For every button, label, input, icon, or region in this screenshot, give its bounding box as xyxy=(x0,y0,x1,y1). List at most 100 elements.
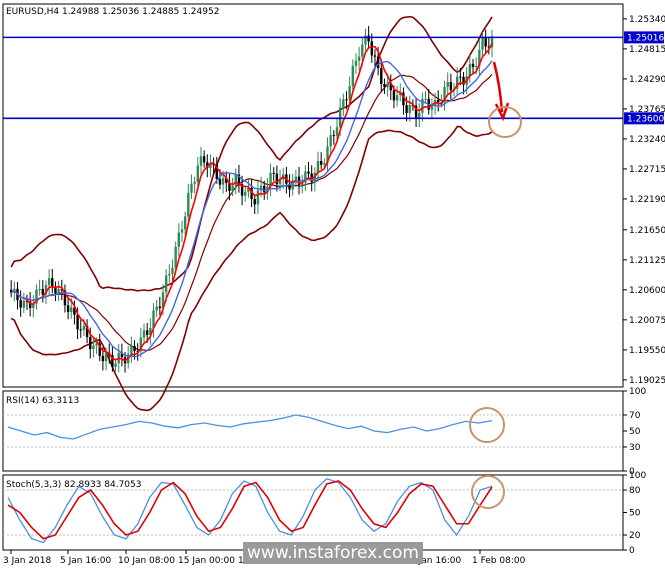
candle-body xyxy=(376,56,380,69)
candle-body xyxy=(202,156,206,163)
stoch-tick-label: 0 xyxy=(629,546,635,556)
candle-body xyxy=(437,100,440,103)
price-tick-label: 1.21125 xyxy=(629,256,665,266)
candle-body xyxy=(47,278,51,286)
candle-body xyxy=(92,345,95,350)
stoch-label: Stoch(5,3,3) 82.8933 84.7053 xyxy=(6,480,141,490)
candle-body xyxy=(319,161,323,165)
candle-body xyxy=(357,56,361,61)
candle-body xyxy=(351,65,355,87)
candle-body xyxy=(180,229,184,233)
candle-body xyxy=(459,76,462,78)
candle-body xyxy=(183,216,187,230)
candle-body xyxy=(187,192,190,217)
candle-body xyxy=(177,232,181,247)
candle-body xyxy=(70,307,73,312)
candle-body xyxy=(130,345,133,355)
candle-body xyxy=(370,41,373,56)
candle-body xyxy=(164,275,168,293)
candle-body xyxy=(380,68,383,85)
chart-canvas: EURUSD,H4 1.24988 1.25036 1.24885 1.2495… xyxy=(2,3,665,566)
candle-body xyxy=(133,345,136,352)
candle-body xyxy=(168,273,171,276)
candle-body xyxy=(373,55,377,57)
candle-body xyxy=(405,105,408,114)
time-tick-label: 10 Jan 08:00 xyxy=(118,556,175,566)
candle-body xyxy=(335,127,339,136)
watermark-text: www.instaforex.com xyxy=(247,543,419,563)
candle-body xyxy=(190,183,193,193)
price-tick-label: 1.19025 xyxy=(629,376,665,386)
candle-body xyxy=(361,44,364,57)
rsi-tick-label: 70 xyxy=(629,411,641,421)
candle-body xyxy=(231,185,234,192)
price-tick-label: 1.20600 xyxy=(629,286,665,296)
hline-label: 1.25016 xyxy=(627,33,664,43)
candle-body xyxy=(145,330,149,335)
price-tick-label: 1.21650 xyxy=(629,226,665,236)
price-tick-label: 1.25340 xyxy=(629,15,665,25)
main-panel xyxy=(2,3,624,388)
time-tick-label: 1 Feb 08:00 xyxy=(472,556,526,566)
candle-body xyxy=(307,171,310,174)
stoch-tick-label: 20 xyxy=(629,531,641,541)
candle-body xyxy=(101,355,105,362)
candle-body xyxy=(244,191,247,196)
candle-body xyxy=(338,107,342,128)
candle-body xyxy=(142,330,146,338)
candle-body xyxy=(82,325,86,330)
candle-body xyxy=(408,105,411,114)
candle-body xyxy=(418,112,421,118)
candle-body xyxy=(95,343,98,346)
candle-body xyxy=(171,267,174,274)
price-tick-label: 1.19550 xyxy=(629,346,665,356)
price-axis: 1.253401.248151.242901.237651.232401.227… xyxy=(623,15,665,386)
candle-body xyxy=(392,90,396,101)
candle-body xyxy=(449,81,453,91)
candle-body xyxy=(471,63,475,67)
candle-body xyxy=(66,305,70,312)
candle-body xyxy=(51,278,54,287)
candle-body xyxy=(196,165,200,182)
candle-body xyxy=(155,306,158,311)
candle-body xyxy=(395,95,399,101)
candle-body xyxy=(272,172,275,174)
candle-body xyxy=(424,98,427,100)
candle-body xyxy=(474,66,478,68)
price-tick-label: 1.22715 xyxy=(629,165,665,175)
time-tick-label: 15 Jan 00:00 xyxy=(178,556,235,566)
candle-body xyxy=(446,81,449,87)
candle-body xyxy=(383,84,386,88)
candle-body xyxy=(234,174,237,186)
candle-body xyxy=(253,199,256,205)
candle-body xyxy=(38,289,41,291)
stoch-tick-label: 80 xyxy=(629,486,641,496)
candle-body xyxy=(22,300,26,308)
candle-body xyxy=(193,181,196,184)
candle-body xyxy=(484,37,487,47)
candle-body xyxy=(79,329,82,331)
price-tick-label: 1.24815 xyxy=(629,45,665,55)
candle-body xyxy=(199,156,203,166)
price-tick-label: 1.24290 xyxy=(629,75,665,85)
candle-body xyxy=(114,363,117,368)
hline-label: 1.23600 xyxy=(627,114,664,124)
candle-body xyxy=(218,179,222,185)
candle-body xyxy=(342,99,345,108)
candle-body xyxy=(76,314,79,330)
candle-body xyxy=(323,163,326,165)
rsi-tick-label: 100 xyxy=(629,387,646,397)
stoch-tick-label: 100 xyxy=(629,471,646,481)
candle-body xyxy=(263,185,266,193)
candle-body xyxy=(41,289,44,295)
rsi-tick-label: 50 xyxy=(629,427,641,437)
time-tick-label: 3 Jan 2018 xyxy=(3,556,51,566)
candle-body xyxy=(256,190,260,205)
stoch-tick-label: 50 xyxy=(629,509,641,519)
candle-body xyxy=(19,300,22,308)
candle-body xyxy=(221,178,225,185)
time-tick-label: 5 Jan 16:00 xyxy=(60,556,112,566)
candle-body xyxy=(89,337,92,350)
candle-body xyxy=(158,306,162,308)
candle-body xyxy=(367,35,370,42)
